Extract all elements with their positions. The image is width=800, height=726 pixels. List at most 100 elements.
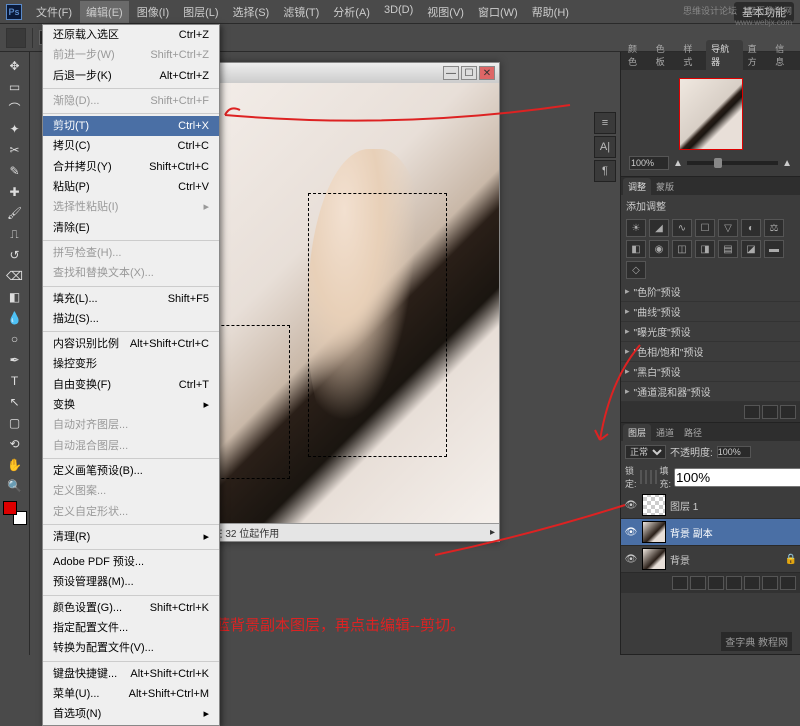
new-layer-icon[interactable] [762, 576, 778, 590]
preset-exposure[interactable]: "曝光度"预设 [621, 322, 800, 342]
menu-filter[interactable]: 滤镜(T) [277, 1, 325, 23]
visibility-icon[interactable]: 👁 [624, 525, 638, 539]
menu-image[interactable]: 图像(I) [131, 1, 175, 23]
dd-content-aware[interactable]: 内容识别比例Alt+Shift+Ctrl+C [43, 334, 219, 354]
link-layers-icon[interactable] [672, 576, 688, 590]
dd-keyboard[interactable]: 键盘快捷键...Alt+Shift+Ctrl+K [43, 664, 219, 684]
dd-paste[interactable]: 粘贴(P)Ctrl+V [43, 177, 219, 197]
navigator-zoom-slider[interactable] [687, 161, 778, 165]
selectivecolor-icon[interactable]: ◇ [626, 261, 646, 279]
dd-auto-align[interactable]: 自动对齐图层... [43, 415, 219, 435]
brightness-icon[interactable]: ☀ [626, 219, 646, 237]
invert-icon[interactable]: ◨ [695, 240, 715, 258]
dd-purge[interactable]: 清理(R)▸ [43, 527, 219, 547]
levels-icon[interactable]: ◢ [649, 219, 669, 237]
dd-transform[interactable]: 变换▸ [43, 395, 219, 415]
layer-row[interactable]: 👁 背景 🔒 [621, 546, 800, 573]
layer-thumbnail[interactable] [642, 548, 666, 570]
pen-tool[interactable]: ✒ [4, 350, 26, 370]
minimize-button[interactable]: — [443, 66, 459, 80]
blend-mode-select[interactable]: 正常 [625, 445, 666, 459]
marquee-tool[interactable]: ▭ [4, 77, 26, 97]
dd-puppet[interactable]: 操控变形 [43, 354, 219, 374]
eraser-tool[interactable]: ⌫ [4, 266, 26, 286]
dd-fill[interactable]: 填充(L)...Shift+F5 [43, 289, 219, 309]
zoom-out-icon[interactable]: ▲ [673, 158, 683, 169]
exposure-icon[interactable]: ☐ [695, 219, 715, 237]
tab-masks[interactable]: 蒙版 [651, 178, 679, 195]
shape-tool[interactable]: ▢ [4, 413, 26, 433]
dd-step-forward[interactable]: 前进一步(W)Shift+Ctrl+Z [43, 45, 219, 65]
menu-select[interactable]: 选择(S) [227, 1, 276, 23]
dd-find[interactable]: 查找和替换文本(X)... [43, 263, 219, 283]
tab-info[interactable]: 信息 [770, 40, 798, 70]
dd-prefs[interactable]: 首选项(N)▸ [43, 704, 219, 724]
layer-fx-icon[interactable] [690, 576, 706, 590]
layer-row[interactable]: 👁 图层 1 [621, 492, 800, 519]
layer-thumbnail[interactable] [642, 521, 666, 543]
lock-all-icon[interactable] [655, 470, 657, 484]
fill-input[interactable] [674, 468, 800, 487]
curves-icon[interactable]: ∿ [672, 219, 692, 237]
dd-convert-profile[interactable]: 转换为配置文件(V)... [43, 638, 219, 658]
preset-levels[interactable]: "色阶"预设 [621, 282, 800, 302]
layer-thumbnail[interactable] [642, 494, 666, 516]
history-brush-tool[interactable]: ↺ [4, 245, 26, 265]
layer-name[interactable]: 图层 1 [670, 498, 698, 513]
adj-btn1[interactable] [744, 405, 760, 419]
tab-paths[interactable]: 路径 [679, 424, 707, 441]
dodge-tool[interactable]: ○ [4, 329, 26, 349]
close-button[interactable]: ✕ [479, 66, 495, 80]
eyedropper-tool[interactable]: ✎ [4, 161, 26, 181]
dd-free-transform[interactable]: 自由变换(F)Ctrl+T [43, 375, 219, 395]
menu-help[interactable]: 帮助(H) [526, 1, 575, 23]
visibility-icon[interactable]: 👁 [624, 498, 638, 512]
layer-group-icon[interactable] [744, 576, 760, 590]
zoom-in-icon[interactable]: ▲ [782, 158, 792, 169]
menu-layer[interactable]: 图层(L) [177, 1, 224, 23]
fg-bg-color[interactable] [3, 501, 27, 525]
menu-view[interactable]: 视图(V) [421, 1, 470, 23]
3d-tool[interactable]: ⟲ [4, 434, 26, 454]
bw-icon[interactable]: ◧ [626, 240, 646, 258]
dd-assign-profile[interactable]: 指定配置文件... [43, 618, 219, 638]
posterize-icon[interactable]: ▤ [718, 240, 738, 258]
adj-delete-icon[interactable] [780, 405, 796, 419]
lock-pixels-icon[interactable] [645, 470, 647, 484]
dd-undo[interactable]: 还原载入选区Ctrl+Z [43, 25, 219, 45]
dd-fade[interactable]: 渐隐(D)...Shift+Ctrl+F [43, 91, 219, 111]
move-tool[interactable]: ✥ [4, 56, 26, 76]
tab-layers[interactable]: 图层 [623, 424, 651, 441]
dd-paste-special[interactable]: 选择性粘贴(I)▸ [43, 197, 219, 217]
lock-position-icon[interactable] [650, 470, 652, 484]
layer-name[interactable]: 背景 副本 [670, 525, 713, 540]
dd-cut[interactable]: 剪切(T)Ctrl+X [43, 116, 219, 136]
tab-adjustments[interactable]: 调整 [623, 178, 651, 195]
layer-mask-icon[interactable] [708, 576, 724, 590]
dd-copy-merged[interactable]: 合并拷贝(Y)Shift+Ctrl+C [43, 157, 219, 177]
heal-tool[interactable]: ✚ [4, 182, 26, 202]
dd-stroke[interactable]: 描边(S)... [43, 309, 219, 329]
dd-define-pattern[interactable]: 定义图案... [43, 481, 219, 501]
dd-adobe-pdf[interactable]: Adobe PDF 预设... [43, 552, 219, 572]
tab-color[interactable]: 颜色 [623, 40, 651, 70]
brush-tool[interactable]: 🖌 [4, 203, 26, 223]
preset-hue[interactable]: "色相/饱和"预设 [621, 342, 800, 362]
preset-curves[interactable]: "曲线"预设 [621, 302, 800, 322]
dd-preset-manager[interactable]: 预设管理器(M)... [43, 572, 219, 592]
visibility-icon[interactable]: 👁 [624, 552, 638, 566]
crop-tool[interactable]: ✂ [4, 140, 26, 160]
path-tool[interactable]: ↖ [4, 392, 26, 412]
preset-bw[interactable]: "黑白"预设 [621, 362, 800, 382]
photofilter-icon[interactable]: ◉ [649, 240, 669, 258]
tab-channels[interactable]: 通道 [651, 424, 679, 441]
dd-step-backward[interactable]: 后退一步(K)Alt+Ctrl+Z [43, 66, 219, 86]
menu-3d[interactable]: 3D(D) [378, 1, 419, 23]
stamp-tool[interactable]: ⎍ [4, 224, 26, 244]
history-panel-icon[interactable]: ≡ [594, 112, 616, 134]
paragraph-panel-icon[interactable]: ¶ [594, 160, 616, 182]
dd-menus[interactable]: 菜单(U)...Alt+Shift+Ctrl+M [43, 684, 219, 704]
type-tool[interactable]: T [4, 371, 26, 391]
maximize-button[interactable]: ☐ [461, 66, 477, 80]
menu-edit[interactable]: 编辑(E) [80, 1, 129, 23]
